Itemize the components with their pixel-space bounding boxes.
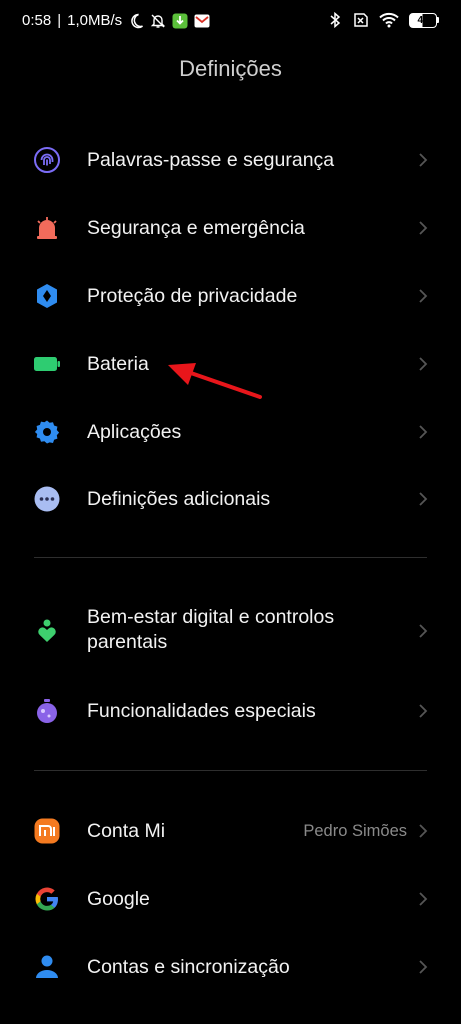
chevron-right-icon bbox=[417, 621, 429, 641]
status-bar-left: 0:58 | 1,0MB/s bbox=[22, 12, 210, 29]
chevron-right-icon bbox=[417, 150, 429, 170]
person-icon bbox=[33, 953, 61, 981]
settings-item-mi-account[interactable]: Conta Mi Pedro Simões bbox=[0, 817, 461, 845]
section-divider bbox=[34, 770, 427, 771]
settings-item-google[interactable]: Google bbox=[0, 885, 461, 913]
chevron-right-icon bbox=[417, 889, 429, 909]
gear-icon bbox=[33, 418, 61, 446]
mi-account-username: Pedro Simões bbox=[303, 821, 407, 840]
settings-item-label: Google bbox=[87, 887, 150, 910]
privacy-shield-icon bbox=[33, 282, 61, 310]
status-time: 0:58 bbox=[22, 12, 52, 29]
status-separator: | bbox=[57, 12, 62, 29]
chevron-right-icon bbox=[417, 354, 429, 374]
chevron-right-icon bbox=[417, 821, 429, 841]
bell-off-icon bbox=[150, 13, 166, 29]
settings-item-label: Segurança e emergência bbox=[87, 216, 305, 239]
moon-icon bbox=[128, 13, 144, 29]
battery-tip bbox=[437, 17, 439, 23]
gmail-icon bbox=[194, 13, 210, 29]
battery-icon: 49 bbox=[409, 12, 439, 28]
settings-item-label: Bem-estar digital e controlos parentais bbox=[87, 606, 335, 653]
battery-level: 49 bbox=[417, 14, 429, 26]
settings-item-passwords-security[interactable]: Palavras-passe e segurança bbox=[0, 146, 461, 174]
emergency-light-icon bbox=[33, 214, 61, 242]
status-bar: 0:58 | 1,0MB/s 49 bbox=[0, 0, 461, 44]
settings-item-label: Palavras-passe e segurança bbox=[87, 148, 335, 171]
wellbeing-icon bbox=[33, 617, 61, 645]
section-divider bbox=[34, 557, 427, 558]
settings-item-label: Definições adicionais bbox=[87, 487, 271, 510]
potion-icon bbox=[33, 697, 61, 725]
wifi-icon bbox=[379, 12, 399, 28]
settings-item-label: Proteção de privacidade bbox=[87, 284, 298, 307]
chevron-right-icon bbox=[417, 218, 429, 238]
download-app-icon bbox=[172, 13, 188, 29]
page-title: Definições bbox=[179, 56, 282, 81]
settings-item-privacy-protection[interactable]: Proteção de privacidade bbox=[0, 282, 461, 310]
fingerprint-icon bbox=[33, 146, 61, 174]
mi-icon bbox=[33, 817, 61, 845]
chevron-right-icon bbox=[417, 489, 429, 509]
settings-item-safety-emergency[interactable]: Segurança e emergência bbox=[0, 214, 461, 242]
status-bar-right: 49 bbox=[329, 12, 439, 28]
chevron-right-icon bbox=[417, 701, 429, 721]
bluetooth-icon bbox=[329, 12, 341, 28]
battery-level-box: 49 bbox=[409, 12, 437, 28]
settings-item-label: Funcionalidades especiais bbox=[87, 699, 316, 722]
chevron-right-icon bbox=[417, 286, 429, 306]
settings-item-apps[interactable]: Aplicações bbox=[0, 418, 461, 446]
settings-item-digital-wellbeing[interactable]: Bem-estar digital e controlos parentais bbox=[0, 605, 461, 657]
battery-icon bbox=[33, 350, 61, 378]
more-dots-icon bbox=[33, 485, 61, 513]
settings-item-accounts-sync[interactable]: Contas e sincronização bbox=[0, 953, 461, 981]
chevron-right-icon bbox=[417, 422, 429, 442]
settings-item-label: Contas e sincronização bbox=[87, 955, 290, 978]
google-icon bbox=[33, 885, 61, 913]
no-sim-icon bbox=[351, 12, 369, 28]
annotation-arrow-icon bbox=[160, 355, 270, 410]
settings-item-special-features[interactable]: Funcionalidades especiais bbox=[0, 697, 461, 725]
settings-item-label: Aplicações bbox=[87, 420, 182, 443]
settings-item-additional-settings[interactable]: Definições adicionais bbox=[0, 485, 461, 513]
status-network-speed: 1,0MB/s bbox=[67, 12, 123, 29]
chevron-right-icon bbox=[417, 957, 429, 977]
